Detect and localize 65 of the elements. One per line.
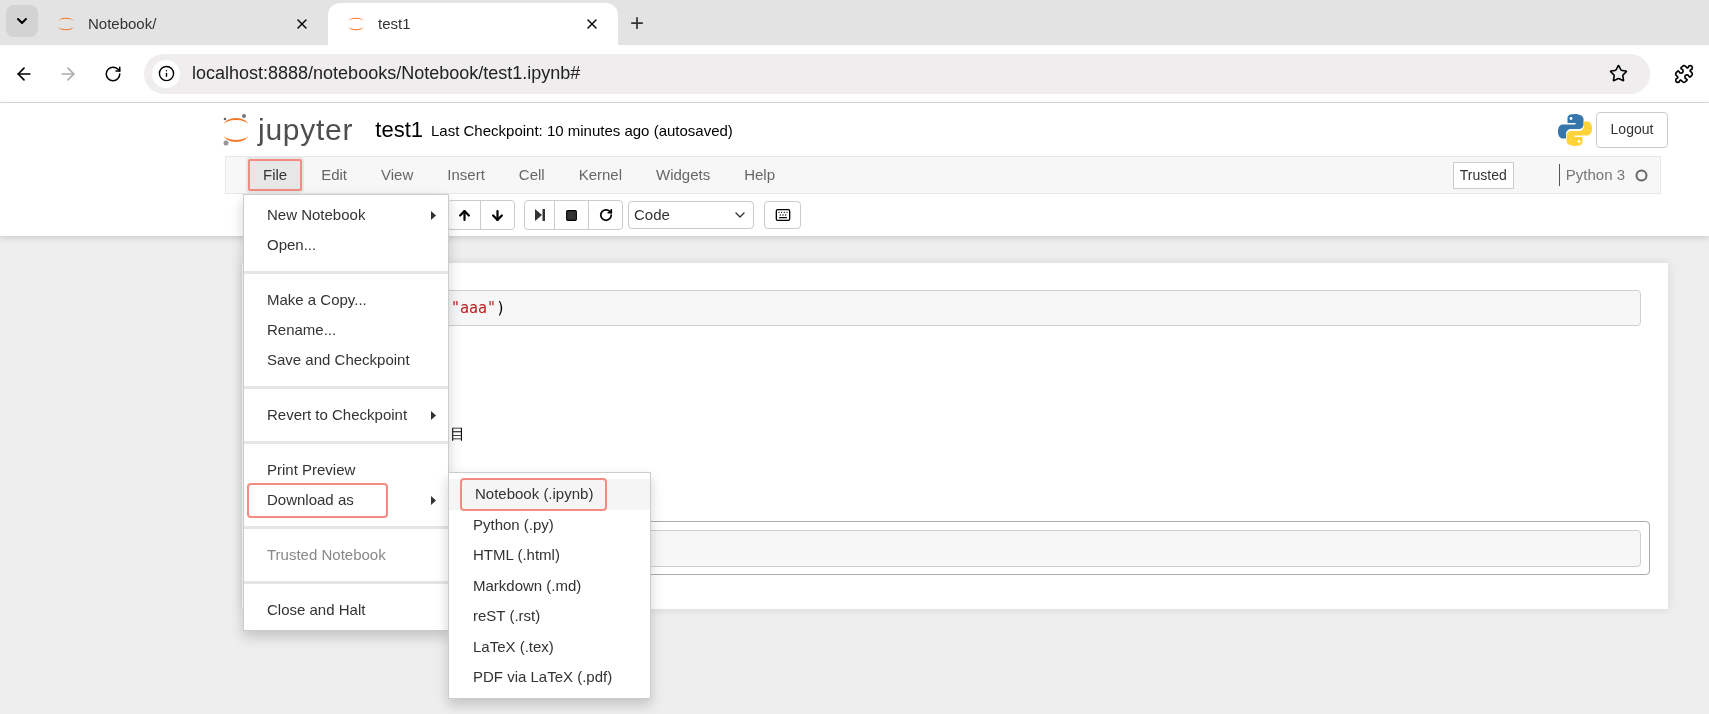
menu-item[interactable]: Download as [244, 485, 448, 515]
menu-item[interactable]: View [364, 157, 431, 193]
logout-button[interactable]: Logout [1596, 111, 1668, 148]
checkpoint-status: Last Checkpoint: 10 minutes ago (autosaved) [431, 120, 733, 141]
keyboard-shortcuts-button[interactable] [764, 201, 801, 229]
menu-item[interactable]: Insert [430, 157, 502, 193]
browser-tab[interactable]: Notebook/ [38, 3, 328, 45]
menu-item[interactable]: Save and Checkpoint [244, 345, 448, 375]
kernel-name: Python 3 [1565, 164, 1625, 185]
menu-item[interactable]: PDF via LaTeX (.pdf) [449, 662, 650, 693]
notebook-name[interactable]: test1 [375, 113, 423, 146]
python-logo-icon [1557, 111, 1593, 148]
restart-icon [598, 208, 613, 222]
jupyter-logo-icon [222, 112, 250, 147]
menu-item[interactable]: Edit [304, 157, 365, 193]
tab-list-button[interactable] [6, 5, 38, 37]
menu-item-label: Revert to Checkpoint [266, 404, 408, 425]
arrow-down-icon [490, 207, 505, 223]
menu-item-label: Download as [247, 482, 388, 518]
keyboard-icon [774, 207, 791, 223]
menu-item[interactable]: Help [727, 157, 793, 193]
menu-item[interactable]: Markdown (.md) [449, 570, 650, 601]
tab-title: test1 [378, 13, 411, 34]
menu-item-label: Close and Halt [266, 599, 366, 620]
code-line: "aaa") [451, 297, 506, 319]
menu-item[interactable]: Open... [244, 230, 448, 260]
menu-item-label: Print Preview [266, 459, 356, 480]
menu-item[interactable]: Cell [501, 157, 562, 193]
menu-item[interactable]: HTML (.html) [449, 540, 650, 571]
menu-item-label: Open... [266, 234, 317, 255]
trusted-badge[interactable]: Trusted [1452, 161, 1514, 189]
step-forward-icon [534, 209, 545, 221]
url-text: localhost:8888/notebooks/Notebook/test1.ipynb# [192, 62, 581, 85]
menu-item-label: Trusted Notebook [266, 544, 386, 565]
kernel-idle-icon [1635, 168, 1648, 182]
menu-item[interactable]: reST (.rst) [449, 601, 650, 632]
menu-item-label: Save and Checkpoint [266, 349, 410, 370]
site-info-icon[interactable] [157, 65, 175, 82]
menu-item-label: New Notebook [266, 204, 366, 225]
browser-tab[interactable]: test1 [328, 3, 618, 45]
menu-item[interactable]: Python (.py) [449, 509, 650, 540]
menu-item[interactable]: Print Preview [244, 455, 448, 485]
menu-item[interactable]: New Notebook [244, 200, 448, 230]
extensions-icon[interactable] [1674, 63, 1694, 84]
menu-item[interactable]: Notebook (.ipynb) [449, 479, 650, 510]
menu-item-label: Make a Copy... [266, 289, 367, 310]
menu-item[interactable]: Revert to Checkpoint [244, 400, 448, 430]
submenu-arrow-icon [431, 410, 436, 420]
menu-item[interactable]: Widgets [639, 157, 728, 193]
address-bar[interactable]: localhost:8888/notebooks/Notebook/test1.ipynb# [144, 53, 1650, 94]
submenu-arrow-icon [431, 495, 436, 505]
menu-item-label: Rename... [266, 319, 337, 340]
menu-item[interactable]: File [246, 157, 305, 193]
cell-type-select[interactable]: Code [628, 201, 754, 229]
output-text: 目 [450, 426, 465, 441]
menu-item[interactable]: LaTeX (.tex) [449, 631, 650, 662]
menu-item[interactable]: Close and Halt [244, 595, 448, 625]
tab-title: Notebook/ [88, 13, 157, 34]
jupyter-wordmark: jupyter [258, 114, 354, 145]
stop-icon [565, 208, 578, 222]
bookmark-star-icon[interactable] [1609, 64, 1628, 83]
new-tab-button[interactable]: + [630, 10, 644, 35]
menu-item[interactable]: Kernel [561, 157, 639, 193]
submenu-arrow-icon [431, 210, 436, 220]
reload-icon[interactable] [104, 64, 122, 83]
